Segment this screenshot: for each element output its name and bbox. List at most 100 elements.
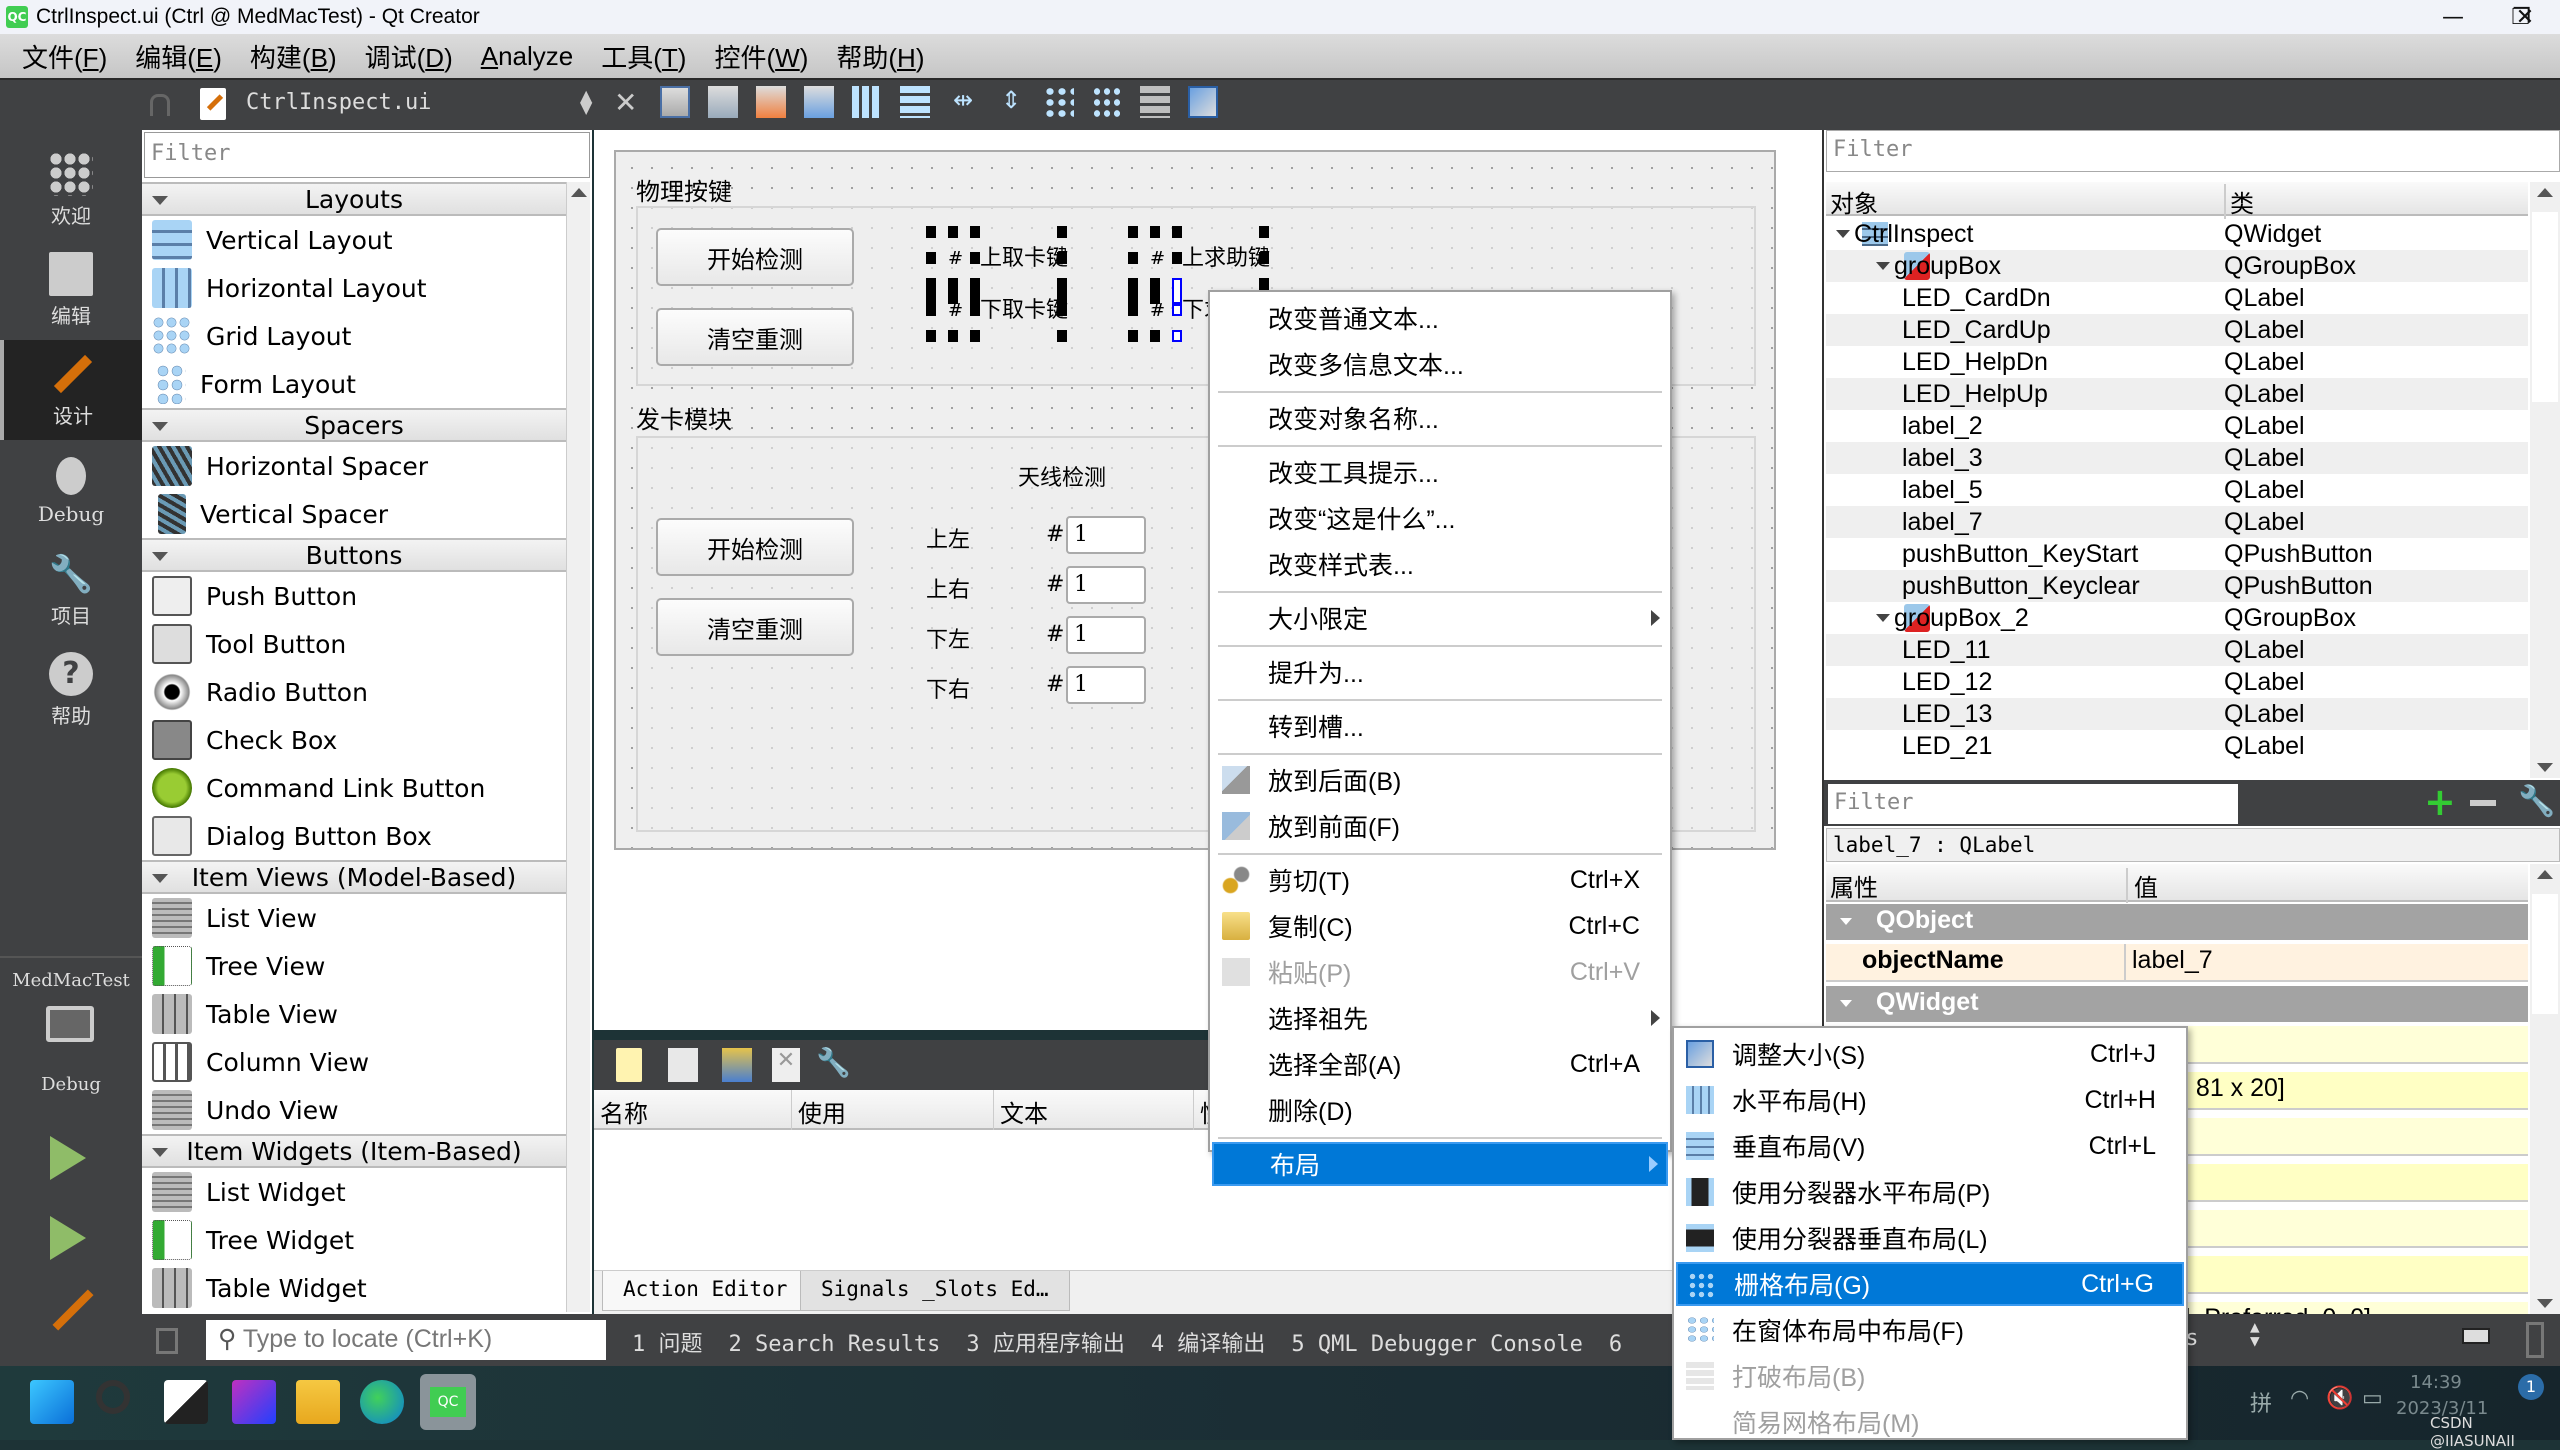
debug-run-icon[interactable] xyxy=(50,1216,86,1260)
widget-item-horizontal-layout[interactable]: Horizontal Layout xyxy=(142,264,566,312)
object-tree-scrollbar[interactable] xyxy=(2530,182,2560,778)
object-tree-row[interactable]: LED_11 QLabel xyxy=(1826,634,2528,666)
ime-indicator[interactable]: 拼 xyxy=(2250,1386,2272,1418)
menu-help[interactable]: 帮助(H) xyxy=(836,38,924,75)
widget-item-horizontal-spacer[interactable]: Horizontal Spacer xyxy=(142,442,566,490)
task-view-icon[interactable] xyxy=(164,1380,208,1424)
collapse-triangle-icon[interactable] xyxy=(152,196,168,205)
context-menu-item[interactable]: 改变样式表... xyxy=(1212,542,1668,586)
property-scrollbar[interactable] xyxy=(2530,864,2560,1314)
close-button[interactable]: ✕ xyxy=(2490,0,2560,34)
edge-browser-icon[interactable] xyxy=(360,1380,404,1424)
splitter-horizontal-icon[interactable]: ⇹ xyxy=(948,86,978,118)
widget-item-table-view[interactable]: Table View xyxy=(142,990,566,1038)
object-tree-row[interactable]: LED_13 QLabel xyxy=(1826,698,2528,730)
output-tab[interactable]: 4 编译输出 xyxy=(1151,1332,1266,1357)
start-detect-button-2[interactable]: 开始检测 xyxy=(656,518,854,576)
delete-action-icon[interactable]: ✕ xyxy=(772,1048,800,1082)
expand-triangle-icon[interactable] xyxy=(1876,614,1890,622)
object-tree-row[interactable]: LED_CardUp QLabel xyxy=(1826,314,2528,346)
object-filter-input[interactable]: Filter xyxy=(1826,130,2560,172)
mode-design[interactable]: 设计 xyxy=(0,340,142,440)
paste-action-icon[interactable] xyxy=(722,1048,752,1082)
context-menu-item[interactable]: 剪切(T) Ctrl+X xyxy=(1212,858,1668,902)
collapse-triangle-icon[interactable] xyxy=(152,1148,168,1157)
object-tree-row[interactable]: groupBox QGroupBox xyxy=(1826,250,2528,282)
horizontal-layout-icon[interactable] xyxy=(852,86,882,118)
mode-debug[interactable]: Debug xyxy=(0,440,142,540)
context-menu-item[interactable]: 选择祖先 xyxy=(1212,996,1668,1040)
context-menu-item[interactable]: 转到槽... xyxy=(1212,704,1668,748)
menu-build[interactable]: 构建(B) xyxy=(250,38,337,75)
document-switcher-arrows[interactable]: ▲ ▼ xyxy=(580,88,592,116)
column-header-class[interactable]: 类 xyxy=(2224,184,2254,219)
lock-icon[interactable] xyxy=(150,94,170,116)
clear-retest-button[interactable]: 清空重测 xyxy=(656,308,854,366)
expand-triangle-icon[interactable] xyxy=(1836,230,1850,238)
object-tree-row[interactable]: label_5 QLabel xyxy=(1826,474,2528,506)
break-layout-icon[interactable] xyxy=(1140,86,1170,118)
widget-item-tree-widget[interactable]: Tree Widget xyxy=(142,1216,566,1264)
widget-item-check-box[interactable]: Check Box xyxy=(142,716,566,764)
column-header[interactable]: 文本 xyxy=(994,1090,1194,1130)
context-menu-item[interactable]: 放到后面(B) xyxy=(1212,758,1668,802)
context-menu-item[interactable]: 改变普通文本... xyxy=(1212,296,1668,340)
close-document-button[interactable]: ✕ xyxy=(614,86,637,119)
wifi-icon[interactable]: ◠ xyxy=(2290,1386,2309,1411)
layout-menu-item[interactable]: 水平布局(H) Ctrl+H xyxy=(1676,1078,2184,1122)
antenna-count-spinbox[interactable]: 1 xyxy=(1066,516,1146,554)
edit-tab-order-icon[interactable] xyxy=(804,86,834,118)
widget-item-column-view[interactable]: Column View xyxy=(142,1038,566,1086)
layout-menu-item[interactable]: 垂直布局(V) Ctrl+L xyxy=(1676,1124,2184,1168)
widget-item-list-view[interactable]: List View xyxy=(142,894,566,942)
context-menu-item[interactable]: 选择全部(A) Ctrl+A xyxy=(1212,1042,1668,1086)
collapse-triangle-icon[interactable] xyxy=(1840,918,1852,925)
antenna-count-spinbox[interactable]: 1 xyxy=(1066,666,1146,704)
add-property-icon[interactable]: + xyxy=(2424,783,2456,821)
property-value[interactable]: label_7 xyxy=(2126,944,2528,980)
layout-menu-item[interactable]: 在窗体布局中布局(F) xyxy=(1676,1308,2184,1352)
mode-edit[interactable]: 编辑 xyxy=(0,240,142,340)
run-icon[interactable] xyxy=(50,1136,86,1180)
output-tab[interactable]: 6 xyxy=(1609,1332,1622,1357)
widget-item-undo-view[interactable]: Undo View xyxy=(142,1086,566,1134)
toggle-sidebar-icon[interactable] xyxy=(156,1328,178,1354)
mode-help[interactable]: ? 帮助 xyxy=(0,640,142,740)
mode-projects[interactable]: 🔧 项目 xyxy=(0,540,142,640)
context-menu-item[interactable]: 放到前面(F) xyxy=(1212,804,1668,848)
object-tree-row[interactable]: LED_CardDn QLabel xyxy=(1826,282,2528,314)
object-tree-row[interactable]: label_2 QLabel xyxy=(1826,410,2528,442)
layout-menu-item[interactable]: 使用分裂器水平布局(P) xyxy=(1676,1170,2184,1214)
widget-item-tool-button[interactable]: Tool Button xyxy=(142,620,566,668)
property-category-qwidget[interactable]: QWidget xyxy=(1826,986,2528,1022)
column-header[interactable]: 名称 xyxy=(594,1090,792,1130)
widget-category-item-widgets-item-based[interactable]: Item Widgets (Item-Based) xyxy=(142,1134,566,1168)
collapse-triangle-icon[interactable] xyxy=(152,552,168,561)
widget-item-vertical-layout[interactable]: Vertical Layout xyxy=(142,216,566,264)
widget-item-radio-button[interactable]: Radio Button xyxy=(142,668,566,716)
tab-action-editor[interactable]: Action Editor xyxy=(602,1271,809,1311)
widget-category-buttons[interactable]: Buttons xyxy=(142,538,566,572)
object-tree-row[interactable]: LED_12 QLabel xyxy=(1826,666,2528,698)
mode-welcome[interactable]: 欢迎 xyxy=(0,140,142,240)
start-detect-button[interactable]: 开始检测 xyxy=(656,228,854,286)
menu-widgets[interactable]: 控件(W) xyxy=(714,38,808,75)
kit-selector-monitor-icon[interactable] xyxy=(46,1006,94,1042)
property-row[interactable]: objectName label_7 xyxy=(1826,944,2528,982)
progress-toggle-icon[interactable] xyxy=(2462,1328,2490,1344)
widget-box-scrollbar[interactable] xyxy=(566,182,590,1312)
property-filter-input[interactable]: Filter xyxy=(1828,784,2238,824)
notification-badge[interactable]: 1 xyxy=(2518,1374,2544,1400)
property-category-qobject[interactable]: QObject xyxy=(1826,904,2528,940)
layout-menu-item[interactable]: 使用分裂器垂直布局(L) xyxy=(1676,1216,2184,1260)
tab-signals-slots-editor[interactable]: Signals _Slots Ed… xyxy=(800,1271,1070,1311)
configure-wrench-icon[interactable]: 🔧 xyxy=(2518,784,2555,819)
widget-category-layouts[interactable]: Layouts xyxy=(142,182,566,216)
remove-property-icon[interactable] xyxy=(2470,800,2496,806)
collapse-triangle-icon[interactable] xyxy=(152,874,168,883)
widget-item-table-widget[interactable]: Table Widget xyxy=(142,1264,566,1312)
file-explorer-icon[interactable] xyxy=(296,1380,340,1424)
object-tree-row[interactable]: label_3 QLabel xyxy=(1826,442,2528,474)
column-header-value[interactable]: 值 xyxy=(2126,868,2158,903)
object-tree-row[interactable]: pushButton_KeyStart QPushButton xyxy=(1826,538,2528,570)
